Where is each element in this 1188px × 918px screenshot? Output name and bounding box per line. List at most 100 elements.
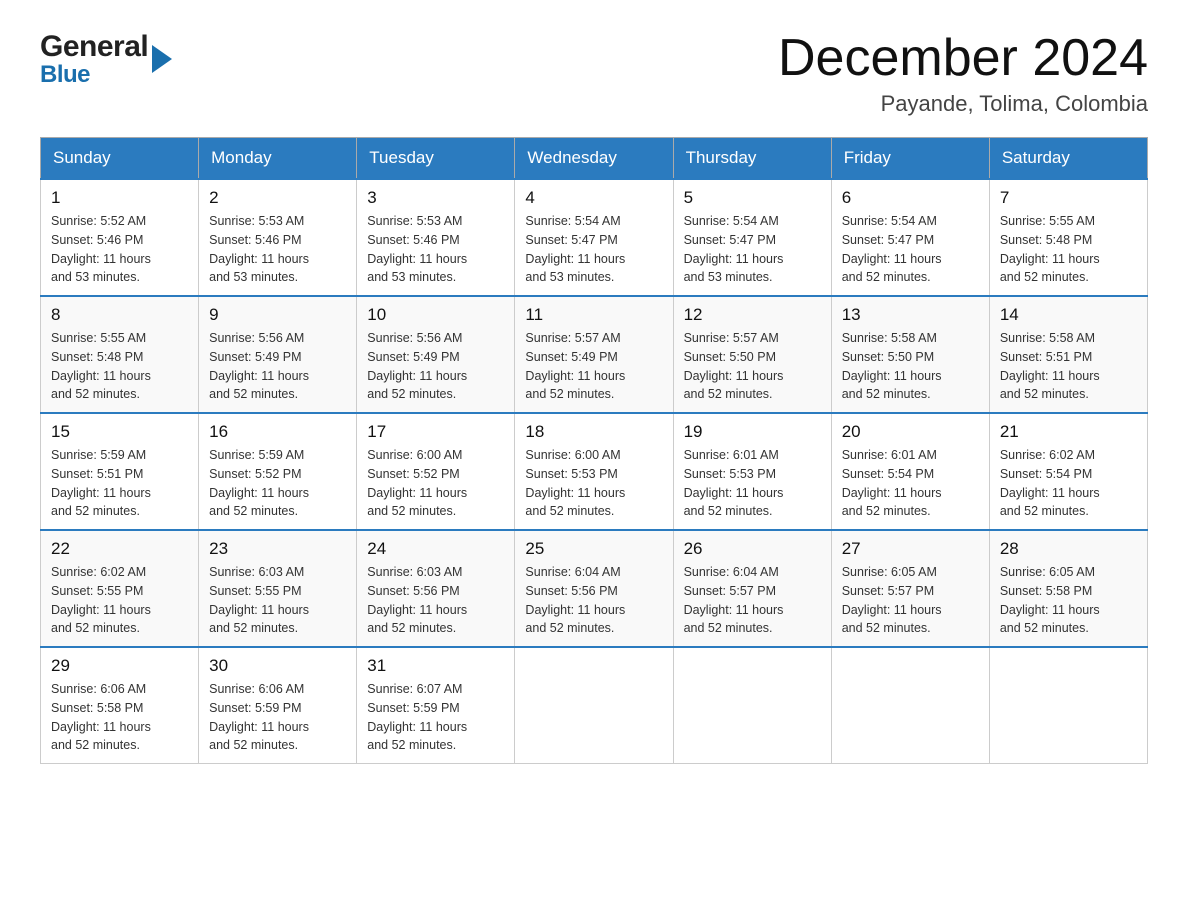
day-info: Sunrise: 6:05 AM Sunset: 5:58 PM Dayligh… bbox=[1000, 563, 1137, 638]
table-cell: 3 Sunrise: 5:53 AM Sunset: 5:46 PM Dayli… bbox=[357, 179, 515, 296]
col-header-friday: Friday bbox=[831, 138, 989, 180]
col-header-monday: Monday bbox=[199, 138, 357, 180]
day-number: 21 bbox=[1000, 422, 1137, 442]
table-cell: 6 Sunrise: 5:54 AM Sunset: 5:47 PM Dayli… bbox=[831, 179, 989, 296]
header-row: Sunday Monday Tuesday Wednesday Thursday… bbox=[41, 138, 1148, 180]
day-info: Sunrise: 5:53 AM Sunset: 5:46 PM Dayligh… bbox=[209, 212, 346, 287]
week-row-1: 1 Sunrise: 5:52 AM Sunset: 5:46 PM Dayli… bbox=[41, 179, 1148, 296]
day-number: 1 bbox=[51, 188, 188, 208]
day-info: Sunrise: 5:54 AM Sunset: 5:47 PM Dayligh… bbox=[842, 212, 979, 287]
table-cell: 17 Sunrise: 6:00 AM Sunset: 5:52 PM Dayl… bbox=[357, 413, 515, 530]
day-number: 23 bbox=[209, 539, 346, 559]
table-cell: 11 Sunrise: 5:57 AM Sunset: 5:49 PM Dayl… bbox=[515, 296, 673, 413]
day-info: Sunrise: 6:03 AM Sunset: 5:55 PM Dayligh… bbox=[209, 563, 346, 638]
table-cell: 29 Sunrise: 6:06 AM Sunset: 5:58 PM Dayl… bbox=[41, 647, 199, 764]
day-number: 3 bbox=[367, 188, 504, 208]
day-info: Sunrise: 6:07 AM Sunset: 5:59 PM Dayligh… bbox=[367, 680, 504, 755]
page-subtitle: Payande, Tolima, Colombia bbox=[778, 91, 1148, 117]
table-cell: 25 Sunrise: 6:04 AM Sunset: 5:56 PM Dayl… bbox=[515, 530, 673, 647]
table-cell bbox=[673, 647, 831, 764]
week-row-4: 22 Sunrise: 6:02 AM Sunset: 5:55 PM Dayl… bbox=[41, 530, 1148, 647]
day-info: Sunrise: 5:56 AM Sunset: 5:49 PM Dayligh… bbox=[209, 329, 346, 404]
day-number: 13 bbox=[842, 305, 979, 325]
table-cell: 19 Sunrise: 6:01 AM Sunset: 5:53 PM Dayl… bbox=[673, 413, 831, 530]
day-number: 30 bbox=[209, 656, 346, 676]
calendar-table: Sunday Monday Tuesday Wednesday Thursday… bbox=[40, 137, 1148, 764]
table-cell: 5 Sunrise: 5:54 AM Sunset: 5:47 PM Dayli… bbox=[673, 179, 831, 296]
day-info: Sunrise: 5:56 AM Sunset: 5:49 PM Dayligh… bbox=[367, 329, 504, 404]
day-number: 18 bbox=[525, 422, 662, 442]
day-number: 8 bbox=[51, 305, 188, 325]
day-info: Sunrise: 6:05 AM Sunset: 5:57 PM Dayligh… bbox=[842, 563, 979, 638]
day-number: 14 bbox=[1000, 305, 1137, 325]
day-info: Sunrise: 6:04 AM Sunset: 5:57 PM Dayligh… bbox=[684, 563, 821, 638]
day-info: Sunrise: 5:57 AM Sunset: 5:49 PM Dayligh… bbox=[525, 329, 662, 404]
table-cell: 10 Sunrise: 5:56 AM Sunset: 5:49 PM Dayl… bbox=[357, 296, 515, 413]
day-number: 17 bbox=[367, 422, 504, 442]
col-header-wednesday: Wednesday bbox=[515, 138, 673, 180]
day-number: 22 bbox=[51, 539, 188, 559]
table-cell: 13 Sunrise: 5:58 AM Sunset: 5:50 PM Dayl… bbox=[831, 296, 989, 413]
day-number: 4 bbox=[525, 188, 662, 208]
day-number: 12 bbox=[684, 305, 821, 325]
table-cell bbox=[831, 647, 989, 764]
day-info: Sunrise: 5:57 AM Sunset: 5:50 PM Dayligh… bbox=[684, 329, 821, 404]
logo-arrow-icon bbox=[152, 41, 176, 77]
table-cell: 24 Sunrise: 6:03 AM Sunset: 5:56 PM Dayl… bbox=[357, 530, 515, 647]
table-cell: 23 Sunrise: 6:03 AM Sunset: 5:55 PM Dayl… bbox=[199, 530, 357, 647]
table-cell: 15 Sunrise: 5:59 AM Sunset: 5:51 PM Dayl… bbox=[41, 413, 199, 530]
table-cell: 8 Sunrise: 5:55 AM Sunset: 5:48 PM Dayli… bbox=[41, 296, 199, 413]
day-info: Sunrise: 6:03 AM Sunset: 5:56 PM Dayligh… bbox=[367, 563, 504, 638]
day-number: 25 bbox=[525, 539, 662, 559]
day-info: Sunrise: 5:59 AM Sunset: 5:51 PM Dayligh… bbox=[51, 446, 188, 521]
day-number: 7 bbox=[1000, 188, 1137, 208]
table-cell: 20 Sunrise: 6:01 AM Sunset: 5:54 PM Dayl… bbox=[831, 413, 989, 530]
day-info: Sunrise: 6:02 AM Sunset: 5:54 PM Dayligh… bbox=[1000, 446, 1137, 521]
table-cell: 14 Sunrise: 5:58 AM Sunset: 5:51 PM Dayl… bbox=[989, 296, 1147, 413]
day-info: Sunrise: 5:58 AM Sunset: 5:50 PM Dayligh… bbox=[842, 329, 979, 404]
day-number: 6 bbox=[842, 188, 979, 208]
col-header-tuesday: Tuesday bbox=[357, 138, 515, 180]
day-info: Sunrise: 6:04 AM Sunset: 5:56 PM Dayligh… bbox=[525, 563, 662, 638]
day-number: 24 bbox=[367, 539, 504, 559]
day-info: Sunrise: 5:55 AM Sunset: 5:48 PM Dayligh… bbox=[1000, 212, 1137, 287]
day-info: Sunrise: 5:52 AM Sunset: 5:46 PM Dayligh… bbox=[51, 212, 188, 287]
table-cell: 31 Sunrise: 6:07 AM Sunset: 5:59 PM Dayl… bbox=[357, 647, 515, 764]
table-cell: 12 Sunrise: 5:57 AM Sunset: 5:50 PM Dayl… bbox=[673, 296, 831, 413]
table-cell: 9 Sunrise: 5:56 AM Sunset: 5:49 PM Dayli… bbox=[199, 296, 357, 413]
day-number: 11 bbox=[525, 305, 662, 325]
day-info: Sunrise: 6:00 AM Sunset: 5:53 PM Dayligh… bbox=[525, 446, 662, 521]
day-number: 31 bbox=[367, 656, 504, 676]
day-info: Sunrise: 6:01 AM Sunset: 5:54 PM Dayligh… bbox=[842, 446, 979, 521]
day-info: Sunrise: 5:53 AM Sunset: 5:46 PM Dayligh… bbox=[367, 212, 504, 287]
day-number: 26 bbox=[684, 539, 821, 559]
day-info: Sunrise: 5:58 AM Sunset: 5:51 PM Dayligh… bbox=[1000, 329, 1137, 404]
col-header-sunday: Sunday bbox=[41, 138, 199, 180]
day-number: 5 bbox=[684, 188, 821, 208]
table-cell: 7 Sunrise: 5:55 AM Sunset: 5:48 PM Dayli… bbox=[989, 179, 1147, 296]
logo-area: General Blue bbox=[40, 30, 176, 88]
header: General Blue December 2024 Payande, Toli… bbox=[40, 30, 1148, 117]
logo: General Blue bbox=[40, 30, 176, 88]
day-info: Sunrise: 6:06 AM Sunset: 5:58 PM Dayligh… bbox=[51, 680, 188, 755]
page-title: December 2024 bbox=[778, 30, 1148, 87]
day-number: 2 bbox=[209, 188, 346, 208]
week-row-3: 15 Sunrise: 5:59 AM Sunset: 5:51 PM Dayl… bbox=[41, 413, 1148, 530]
week-row-2: 8 Sunrise: 5:55 AM Sunset: 5:48 PM Dayli… bbox=[41, 296, 1148, 413]
table-cell: 4 Sunrise: 5:54 AM Sunset: 5:47 PM Dayli… bbox=[515, 179, 673, 296]
week-row-5: 29 Sunrise: 6:06 AM Sunset: 5:58 PM Dayl… bbox=[41, 647, 1148, 764]
table-cell bbox=[515, 647, 673, 764]
day-number: 16 bbox=[209, 422, 346, 442]
table-cell: 30 Sunrise: 6:06 AM Sunset: 5:59 PM Dayl… bbox=[199, 647, 357, 764]
table-cell: 18 Sunrise: 6:00 AM Sunset: 5:53 PM Dayl… bbox=[515, 413, 673, 530]
title-area: December 2024 Payande, Tolima, Colombia bbox=[778, 30, 1148, 117]
day-info: Sunrise: 6:02 AM Sunset: 5:55 PM Dayligh… bbox=[51, 563, 188, 638]
day-number: 28 bbox=[1000, 539, 1137, 559]
day-info: Sunrise: 5:55 AM Sunset: 5:48 PM Dayligh… bbox=[51, 329, 188, 404]
day-info: Sunrise: 5:59 AM Sunset: 5:52 PM Dayligh… bbox=[209, 446, 346, 521]
day-number: 10 bbox=[367, 305, 504, 325]
day-number: 27 bbox=[842, 539, 979, 559]
day-number: 20 bbox=[842, 422, 979, 442]
table-cell: 22 Sunrise: 6:02 AM Sunset: 5:55 PM Dayl… bbox=[41, 530, 199, 647]
col-header-thursday: Thursday bbox=[673, 138, 831, 180]
